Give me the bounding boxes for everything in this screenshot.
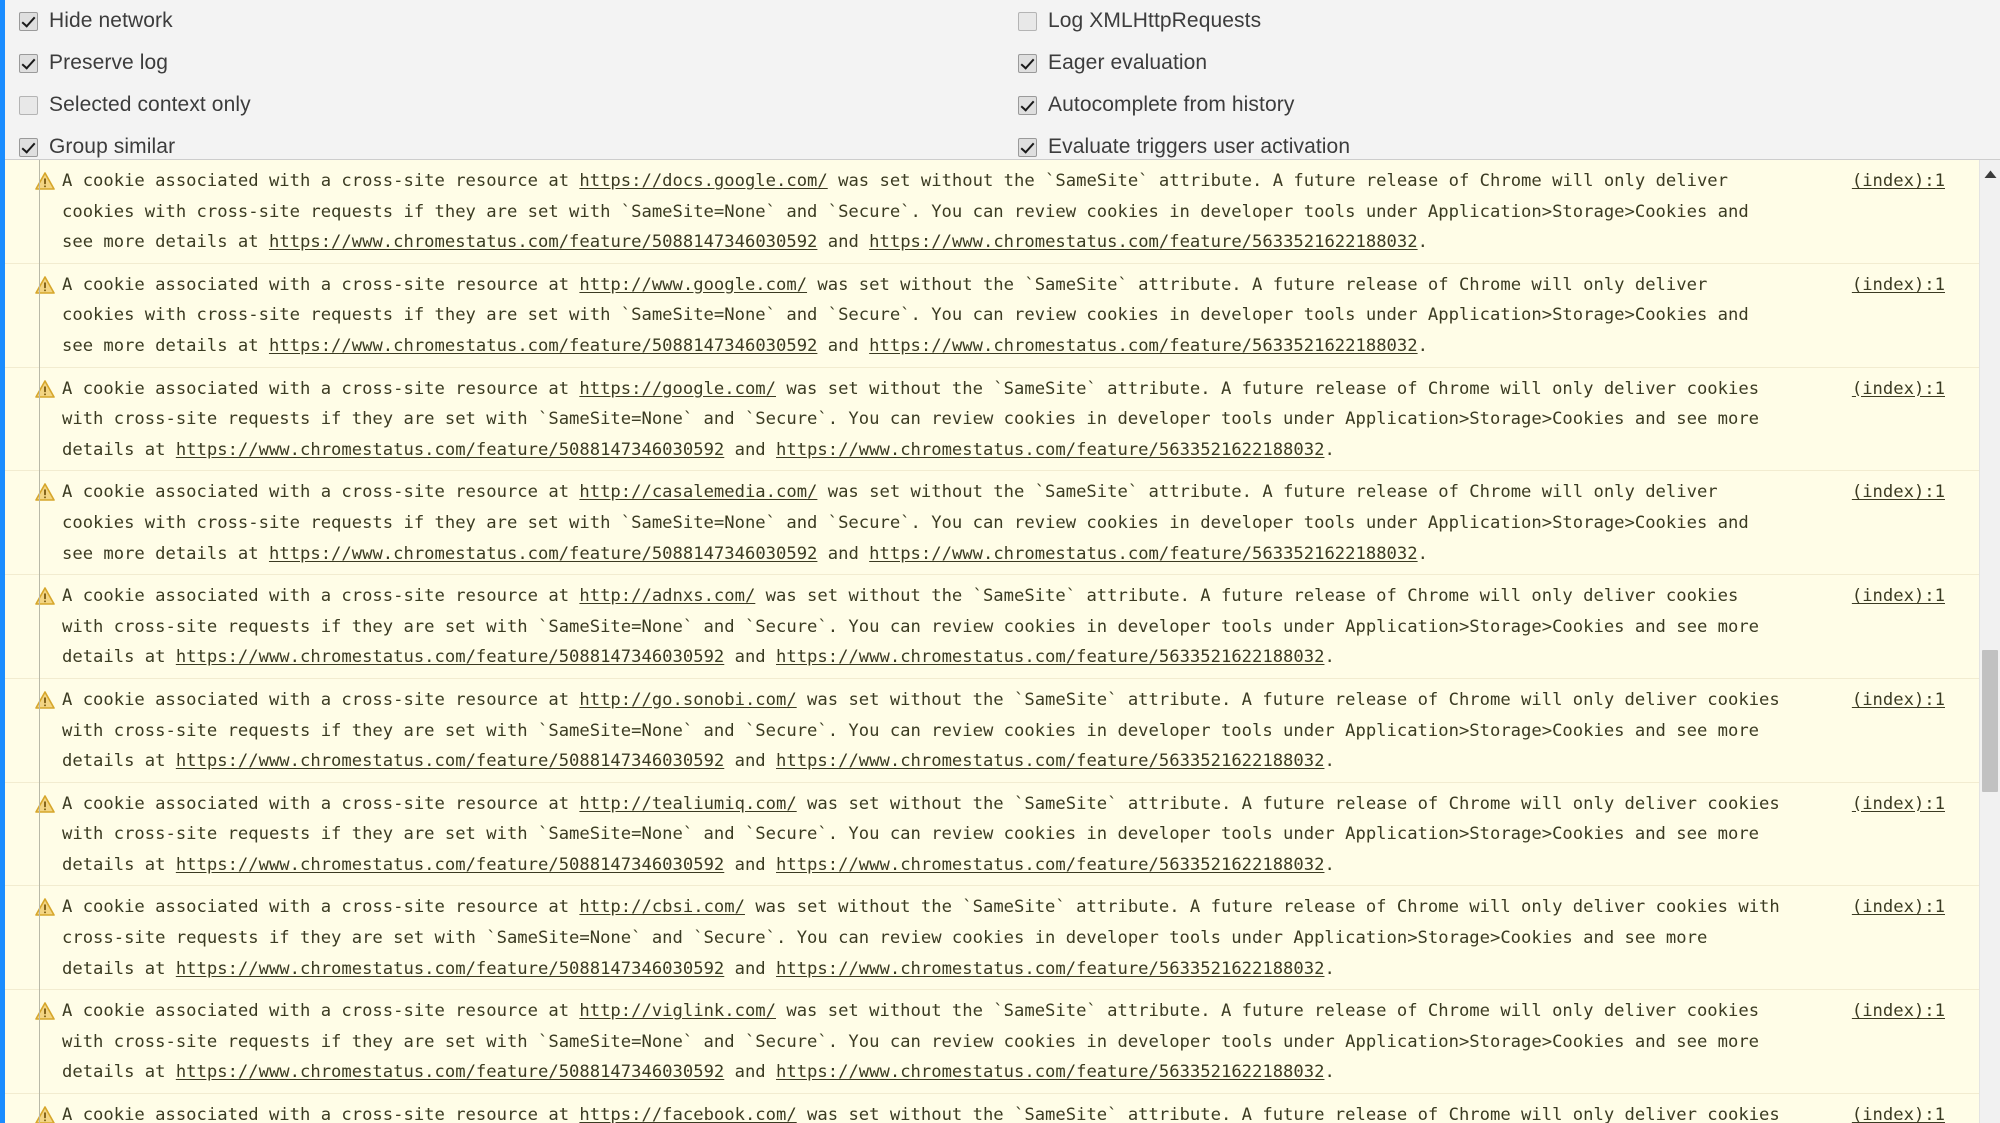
setting-label: Eager evaluation: [1048, 51, 1208, 74]
setting-row-autocomplete-from-history[interactable]: Autocomplete from history: [1018, 84, 1350, 126]
console-message-text: A cookie associated with a cross-site re…: [62, 586, 1760, 668]
console-message-row[interactable]: A cookie associated with a cross-site re…: [5, 367, 1979, 472]
chromestatus-feature-link-2[interactable]: https://www.chromestatus.com/feature/563…: [869, 544, 1417, 564]
console-message-row[interactable]: A cookie associated with a cross-site re…: [5, 782, 1979, 887]
setting-label: Preserve log: [49, 51, 169, 74]
setting-label: Evaluate triggers user activation: [1048, 135, 1351, 158]
setting-row-selected-context-only[interactable]: Selected context only: [19, 84, 251, 126]
chromestatus-feature-link-2[interactable]: https://www.chromestatus.com/feature/563…: [776, 751, 1324, 771]
console-message-list[interactable]: A cookie associated with a cross-site re…: [5, 160, 1979, 1123]
settings-column-left: Hide network Preserve log Selected context…: [19, 0, 251, 168]
chromestatus-feature-link-1[interactable]: https://www.chromestatus.com/feature/508…: [176, 1062, 724, 1082]
setting-label: Selected context only: [49, 93, 251, 116]
message-source-link[interactable]: (index):1: [1795, 685, 1979, 716]
message-resource-link[interactable]: http://casalemedia.com/: [579, 482, 817, 502]
message-resource-link[interactable]: http://adnxs.com/: [579, 586, 755, 606]
warning-triangle-icon: [35, 691, 62, 709]
warning-triangle-icon: [35, 172, 62, 190]
warning-triangle-icon: [35, 587, 62, 605]
checkbox-selected-context-only[interactable]: [19, 95, 38, 115]
console-message-row[interactable]: A cookie associated with a cross-site re…: [5, 990, 1979, 1095]
console-message-row[interactable]: A cookie associated with a cross-site re…: [5, 160, 1979, 264]
setting-label: Autocomplete from history: [1048, 93, 1295, 116]
console-message-text: A cookie associated with a cross-site re…: [62, 1100, 1795, 1123]
message-source-link[interactable]: (index):1: [1795, 1100, 1979, 1123]
setting-row-eager-evaluation[interactable]: Eager evaluation: [1018, 42, 1350, 84]
console-settings-pane: Hide network Preserve log Selected context…: [5, 0, 2000, 160]
message-resource-link[interactable]: http://go.sonobi.com/: [579, 690, 796, 710]
message-source-link[interactable]: (index):1: [1795, 477, 1979, 508]
warning-triangle-icon: [35, 794, 62, 813]
chromestatus-feature-link-2[interactable]: https://www.chromestatus.com/feature/563…: [869, 336, 1417, 356]
message-source-link[interactable]: (index):1: [1795, 789, 1979, 820]
console-message-row[interactable]: A cookie associated with a cross-site re…: [5, 471, 1979, 576]
checkbox-hide-network[interactable]: [19, 11, 38, 31]
console-vertical-scrollbar[interactable]: [1979, 160, 2000, 1123]
message-resource-link[interactable]: http://cbsi.com/: [579, 897, 745, 917]
warning-triangle-icon: [35, 275, 62, 294]
setting-row-preserve-log[interactable]: Preserve log: [19, 42, 251, 84]
chromestatus-feature-link-2[interactable]: https://www.chromestatus.com/feature/563…: [776, 647, 1324, 667]
scrollbar-thumb[interactable]: [1982, 650, 1998, 792]
chromestatus-feature-link-1[interactable]: https://www.chromestatus.com/feature/508…: [176, 751, 724, 771]
setting-label: Log XMLHttpRequests: [1048, 9, 1262, 32]
message-source-link[interactable]: (index):1: [1795, 166, 1979, 197]
console-message-row[interactable]: A cookie associated with a cross-site re…: [5, 886, 1979, 991]
warning-triangle-icon: [35, 898, 62, 917]
message-source-link[interactable]: (index):1: [1795, 996, 1979, 1027]
console-message-text: A cookie associated with a cross-site re…: [62, 689, 1780, 772]
checkbox-group-similar[interactable]: [19, 137, 38, 157]
message-source-link[interactable]: (index):1: [1795, 270, 1979, 301]
console-message-text: A cookie associated with a cross-site re…: [62, 1001, 1760, 1083]
warning-triangle-icon: [35, 379, 62, 398]
message-resource-link[interactable]: https://google.com/: [579, 379, 776, 399]
chromestatus-feature-link-2[interactable]: https://www.chromestatus.com/feature/563…: [776, 959, 1324, 979]
chromestatus-feature-link-1[interactable]: https://www.chromestatus.com/feature/508…: [176, 855, 724, 875]
message-resource-link[interactable]: http://www.google.com/: [579, 275, 807, 295]
checkbox-log-xmlhttprequests[interactable]: [1018, 11, 1037, 31]
chromestatus-feature-link-2[interactable]: https://www.chromestatus.com/feature/563…: [776, 855, 1324, 875]
chromestatus-feature-link-1[interactable]: https://www.chromestatus.com/feature/508…: [176, 959, 724, 979]
console-message-text: A cookie associated with a cross-site re…: [62, 897, 1780, 979]
console-message-row[interactable]: A cookie associated with a cross-site re…: [5, 263, 1979, 368]
message-resource-link[interactable]: http://tealiumiq.com/: [579, 794, 796, 814]
devtools-console-panel: Hide network Preserve log Selected context…: [0, 0, 2000, 1123]
setting-row-hide-network[interactable]: Hide network: [19, 0, 251, 42]
scroll-up-arrow-icon[interactable]: [1980, 166, 2000, 182]
warning-triangle-icon: [35, 1002, 62, 1021]
console-message-row[interactable]: A cookie associated with a cross-site re…: [5, 678, 1979, 783]
chromestatus-feature-link-2[interactable]: https://www.chromestatus.com/feature/563…: [776, 1062, 1324, 1082]
chromestatus-feature-link-1[interactable]: https://www.chromestatus.com/feature/508…: [269, 544, 817, 564]
console-message-row[interactable]: A cookie associated with a cross-site re…: [5, 1094, 1979, 1123]
console-message-text: A cookie associated with a cross-site re…: [62, 274, 1749, 356]
message-resource-link[interactable]: https://facebook.com/: [579, 1105, 796, 1123]
setting-row-log-xmlhttprequests[interactable]: Log XMLHttpRequests: [1018, 0, 1350, 42]
console-message-text: A cookie associated with a cross-site re…: [62, 378, 1760, 460]
console-message-row[interactable]: A cookie associated with a cross-site re…: [5, 575, 1979, 679]
console-message-text: A cookie associated with a cross-site re…: [62, 793, 1780, 875]
checkbox-autocomplete-from-history[interactable]: [1018, 95, 1037, 115]
warning-triangle-icon: [35, 483, 62, 502]
setting-label: Group similar: [49, 135, 176, 158]
message-source-link[interactable]: (index):1: [1795, 892, 1979, 923]
message-source-link[interactable]: (index):1: [1795, 581, 1979, 612]
chromestatus-feature-link-2[interactable]: https://www.chromestatus.com/feature/563…: [869, 232, 1417, 252]
console-log-area: A cookie associated with a cross-site re…: [5, 160, 2000, 1123]
chromestatus-feature-link-1[interactable]: https://www.chromestatus.com/feature/508…: [176, 647, 724, 667]
chromestatus-feature-link-1[interactable]: https://www.chromestatus.com/feature/508…: [269, 336, 817, 356]
settings-column-right: Log XMLHttpRequests Eager evaluation Autoc…: [1018, 0, 1350, 168]
setting-label: Hide network: [49, 9, 173, 32]
chromestatus-feature-link-2[interactable]: https://www.chromestatus.com/feature/563…: [776, 440, 1324, 460]
chromestatus-feature-link-1[interactable]: https://www.chromestatus.com/feature/508…: [176, 440, 724, 460]
chromestatus-feature-link-1[interactable]: https://www.chromestatus.com/feature/508…: [269, 232, 817, 252]
message-source-link[interactable]: (index):1: [1795, 374, 1979, 405]
checkbox-preserve-log[interactable]: [19, 53, 38, 73]
checkbox-evaluate-triggers-user-activation[interactable]: [1018, 137, 1037, 157]
checkbox-eager-evaluation[interactable]: [1018, 53, 1037, 73]
warning-triangle-icon: [35, 1106, 62, 1123]
console-message-text: A cookie associated with a cross-site re…: [62, 482, 1749, 564]
message-resource-link[interactable]: http://viglink.com/: [579, 1001, 776, 1021]
message-resource-link[interactable]: https://docs.google.com/: [579, 171, 827, 191]
console-message-text: A cookie associated with a cross-site re…: [62, 171, 1749, 253]
